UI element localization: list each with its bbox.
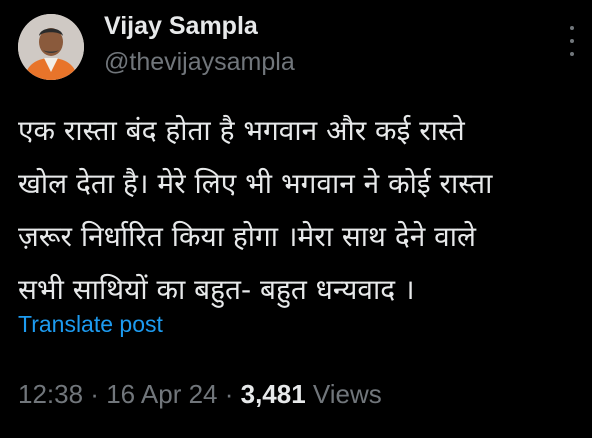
more-dot	[570, 39, 574, 43]
tweet-line: सभी साथियों का बहुत- बहुत धन्यवाद ।	[18, 273, 415, 306]
meta-separator: ·	[217, 379, 241, 409]
translate-post-link[interactable]: Translate post	[18, 311, 163, 338]
views-count[interactable]: 3,481	[241, 379, 306, 409]
meta-separator: ·	[83, 379, 107, 409]
author-display-name[interactable]: Vijay Sampla	[104, 12, 258, 41]
author-handle[interactable]: @thevijaysampla	[104, 48, 295, 77]
views-label: Views	[305, 379, 382, 409]
post-date[interactable]: 16 Apr 24	[106, 379, 217, 409]
tweet-meta: 12:38 · 16 Apr 24 · 3,481 Views	[18, 379, 382, 410]
tweet-line: एक रास्ता बंद होता है भगवान और कई रास्ते	[18, 114, 465, 147]
more-dot	[570, 52, 574, 56]
tweet-line: ज़रूर निर्धारित किया होगा ।मेरा साथ देने…	[18, 220, 476, 253]
tweet-line: खोल देता है। मेरे लिए भी भगवान ने कोई रा…	[18, 167, 493, 200]
profile-photo	[18, 14, 84, 80]
tweet-text: एक रास्ता बंद होता है भगवान और कई रास्ते…	[18, 104, 583, 316]
post-time[interactable]: 12:38	[18, 379, 83, 409]
more-dot	[570, 26, 574, 30]
avatar[interactable]	[18, 14, 84, 80]
more-vertical-icon[interactable]	[560, 26, 584, 56]
